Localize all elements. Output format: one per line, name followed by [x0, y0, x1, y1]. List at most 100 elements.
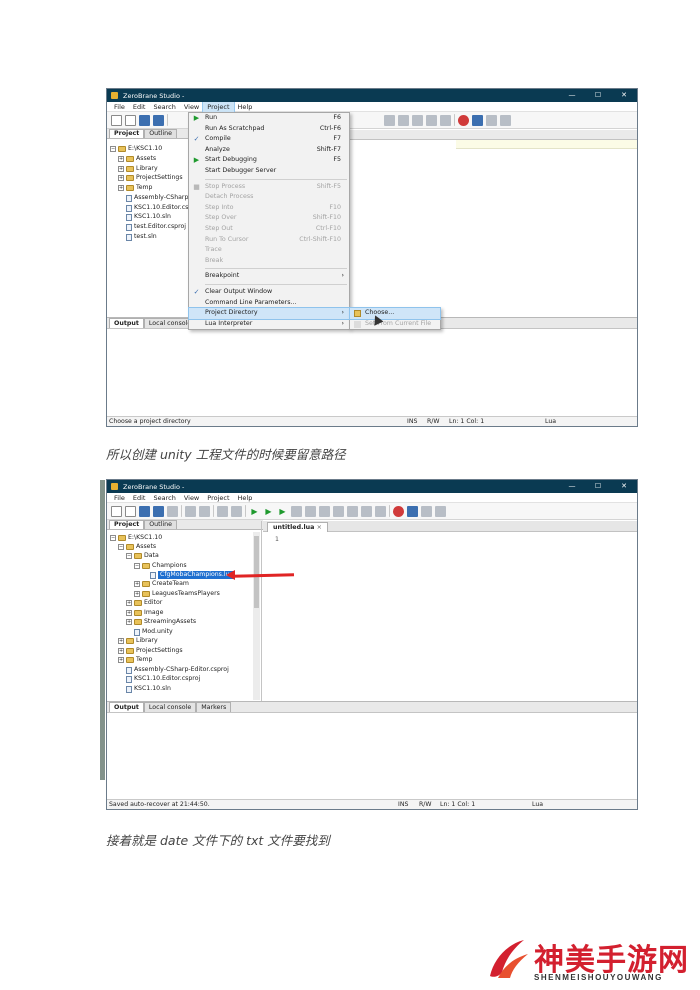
tab-output[interactable]: Output	[109, 318, 144, 328]
menu-file[interactable]: File	[110, 102, 129, 112]
menu-search[interactable]: Search	[149, 493, 179, 503]
tree-node[interactable]: + StreamingAssets	[126, 618, 196, 626]
breakpoint-icon[interactable]	[458, 114, 469, 126]
collapse-icon[interactable]: −	[110, 535, 116, 541]
stack-icon[interactable]	[375, 505, 386, 517]
close-file-icon[interactable]	[167, 505, 178, 517]
close-button[interactable]: ✕	[611, 480, 637, 493]
open-file-icon[interactable]	[125, 114, 136, 126]
collapse-icon[interactable]: −	[118, 544, 124, 550]
expand-icon[interactable]: +	[118, 657, 124, 663]
menu-help[interactable]: Help	[234, 102, 257, 112]
expand-icon[interactable]: +	[126, 600, 132, 606]
tree-node[interactable]: + Library	[118, 165, 158, 173]
menu-help[interactable]: Help	[234, 493, 257, 503]
tree-node[interactable]: − Champions	[134, 562, 187, 570]
save-icon[interactable]	[139, 505, 150, 517]
menu-item-start-debugging[interactable]: ▶ Start Debugging F5	[189, 155, 349, 166]
tree-node[interactable]: test.Editor.csproj	[126, 223, 186, 231]
run-to-cursor-icon[interactable]	[347, 505, 358, 517]
expand-icon[interactable]: +	[118, 175, 124, 181]
tree-node[interactable]: − E:\KSC1.10	[110, 145, 162, 153]
menu-edit[interactable]: Edit	[129, 493, 150, 503]
menu-item-start-debugger-server[interactable]: Start Debugger Server	[189, 166, 349, 177]
tree-node[interactable]: + CreateTeam	[134, 580, 189, 588]
tree-node[interactable]: Assembly-CSharp-Editor.csproj	[126, 666, 229, 674]
menu-project[interactable]: Project	[202, 100, 235, 113]
save-all-icon[interactable]	[153, 114, 164, 126]
maximize-button[interactable]: ☐	[585, 89, 611, 102]
menu-item-compile[interactable]: ✓ Compile F7	[189, 134, 349, 145]
menu-item-clear-output-window[interactable]: ✓ Clear Output Window	[189, 287, 349, 298]
expand-icon[interactable]: +	[134, 581, 140, 587]
bookmark-icon[interactable]	[472, 114, 483, 126]
expand-icon[interactable]: +	[118, 166, 124, 172]
expand-icon[interactable]: +	[118, 156, 124, 162]
expand-icon[interactable]: +	[118, 185, 124, 191]
tree-node[interactable]: + ProjectSettings	[118, 647, 183, 655]
settings-icon[interactable]	[435, 505, 446, 517]
step-out-icon[interactable]	[333, 505, 344, 517]
redo-icon[interactable]	[199, 505, 210, 517]
tree-node[interactable]: + ProjectSettings	[118, 174, 183, 182]
step-out-icon[interactable]	[412, 114, 423, 126]
maximize-button[interactable]: ☐	[585, 480, 611, 493]
tree-node[interactable]: test.sln	[126, 233, 157, 241]
menu-item-command-line-parameters[interactable]: Command Line Parameters...	[189, 298, 349, 309]
tab-markers[interactable]: Markers	[196, 702, 232, 712]
tree-node[interactable]: KSC1.10.sln	[126, 213, 171, 221]
replace-icon[interactable]	[231, 505, 242, 517]
tree-node[interactable]: + LeaguesTeamsPlayers	[134, 590, 220, 598]
tree-node[interactable]: + Assets	[118, 155, 156, 163]
menu-edit[interactable]: Edit	[129, 102, 150, 112]
tree-scrollbar-thumb[interactable]	[254, 536, 259, 608]
tree-node[interactable]: Mod.unity	[134, 628, 173, 636]
menu-item-choose[interactable]: Choose...	[349, 307, 441, 320]
undo-icon[interactable]	[185, 505, 196, 517]
menu-search[interactable]: Search	[149, 102, 179, 112]
stop-icon[interactable]	[291, 505, 302, 517]
tab-untitled-lua[interactable]: untitled.lua ×	[267, 522, 328, 532]
step-into-icon[interactable]	[384, 114, 395, 126]
tree-node[interactable]: Assembly-CSharp	[126, 194, 188, 202]
save-all-icon[interactable]	[153, 505, 164, 517]
tree-node[interactable]: + Editor	[126, 599, 162, 607]
tree-node[interactable]: − Data	[126, 552, 159, 560]
debug-icon[interactable]: ▶	[263, 506, 274, 517]
expand-icon[interactable]: +	[126, 610, 132, 616]
replace-icon[interactable]	[500, 114, 511, 126]
menu-project[interactable]: Project	[203, 493, 233, 503]
close-icon[interactable]: ×	[317, 524, 322, 531]
search-icon[interactable]	[421, 505, 432, 517]
collapse-icon[interactable]: −	[134, 563, 140, 569]
expand-icon[interactable]: +	[134, 591, 140, 597]
run-icon[interactable]: ▶	[249, 506, 260, 517]
minimize-button[interactable]: —	[559, 480, 585, 493]
tree-node[interactable]: KSC1.10.Editor.csproj	[126, 675, 200, 683]
menu-item-run[interactable]: ▶ Run F6	[189, 113, 349, 124]
watch-icon[interactable]	[361, 505, 372, 517]
tab-outline[interactable]: Outline	[144, 129, 177, 138]
menu-item-run-as-scratchpad[interactable]: Run As Scratchpad Ctrl-F6	[189, 124, 349, 135]
tree-node[interactable]: − E:\KSC1.10	[110, 534, 162, 542]
tree-node[interactable]: + Temp	[118, 184, 153, 192]
run-to-cursor-icon[interactable]	[426, 114, 437, 126]
expand-icon[interactable]: +	[126, 619, 132, 625]
breakpoint-icon[interactable]	[393, 505, 404, 517]
tree-node[interactable]: + Library	[118, 637, 158, 645]
menu-item-lua-interpreter[interactable]: Lua Interpreter ›	[189, 319, 349, 330]
expand-icon[interactable]: +	[118, 648, 124, 654]
find-icon[interactable]	[217, 505, 228, 517]
expand-icon[interactable]: +	[118, 638, 124, 644]
close-button[interactable]: ✕	[611, 89, 637, 102]
step-over-icon[interactable]	[398, 114, 409, 126]
tab-output[interactable]: Output	[109, 702, 144, 712]
collapse-icon[interactable]: −	[110, 146, 116, 152]
step-into-icon[interactable]	[305, 505, 316, 517]
minimize-button[interactable]: —	[559, 89, 585, 102]
menu-item-analyze[interactable]: Analyze Shift-F7	[189, 145, 349, 156]
run-scratchpad-icon[interactable]: ▶	[277, 506, 288, 517]
tab-local-console[interactable]: Local console	[143, 702, 197, 712]
tab-project[interactable]: Project	[109, 129, 145, 138]
new-file-icon[interactable]	[111, 114, 122, 126]
